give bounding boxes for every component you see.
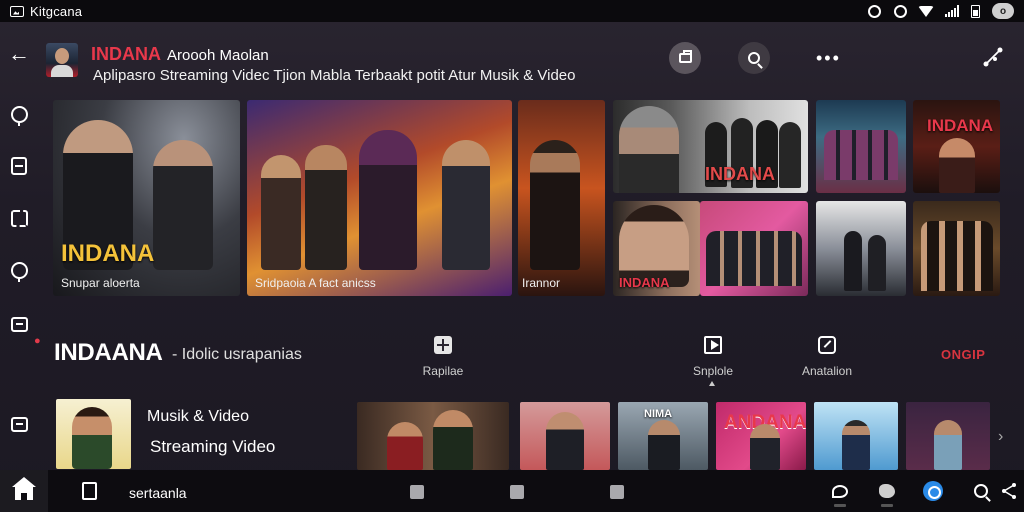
row-thumb-3[interactable]: NIMA [618,402,708,470]
pin-icon [10,105,28,126]
alarm-icon [867,4,881,18]
featured-tile-1[interactable]: INDANA Snupar aloerta [53,100,240,296]
bottom-nav: sertaanla [0,470,1024,512]
tile-brand: INDANA [61,240,155,267]
stats-icon [10,416,28,432]
nav-chat[interactable] [830,481,850,501]
section-title: INDAANA [54,339,163,366]
action-play[interactable]: Snplole [673,336,753,378]
chat-icon [832,484,848,498]
bird-icon [879,484,895,498]
tile-label: Sridpaoia A fact anicss [255,276,376,290]
search-button[interactable] [738,42,770,74]
briefcase-icon [678,50,692,63]
header-subtitle: Aroooh Maolan [167,47,269,64]
status-toggle[interactable]: o [992,3,1014,19]
tile-label: Irannor [522,276,561,290]
song-thumbnail[interactable] [56,399,131,469]
row-thumb-1[interactable] [357,402,509,470]
home-button[interactable] [0,470,48,512]
share-icon[interactable] [1000,482,1018,500]
rail-item-location[interactable] [9,260,29,282]
featured-tile-9[interactable] [816,201,906,296]
featured-tile-8[interactable] [700,201,808,296]
featured-tile-6[interactable]: INDANA [913,100,1000,193]
row-thumb-6[interactable] [906,402,990,470]
featured-tile-7[interactable]: INDANA [613,201,700,296]
action-label: Snplole [692,364,734,378]
rail-item-library[interactable] [9,156,29,176]
battery-icon [971,4,980,18]
compass-icon [923,481,943,501]
sync-icon [893,4,907,18]
bottom-nav-label[interactable]: sertaanla [129,485,187,501]
nav-square-2[interactable] [510,485,524,499]
chevron-right-icon[interactable]: › [998,428,1003,446]
status-app-name: Kitgcana [30,3,83,19]
action-label: Rapilae [422,364,464,378]
tile-label: Snupar aloerta [61,276,140,290]
header-tagline: Aplipasro Streaming Videc Tjion Mabla Te… [93,67,576,84]
edit-icon [818,336,836,354]
song-title[interactable]: Musik & Video [147,408,249,426]
rail-item-discover[interactable] [9,104,29,126]
tile-brand: NIMA [644,408,673,420]
briefcase-button[interactable] [669,42,701,74]
rail-item-frames[interactable] [9,208,29,228]
nav-bird[interactable] [877,481,897,501]
featured-tile-5[interactable] [816,100,906,193]
featured-tile-3[interactable]: Irannor [518,100,605,296]
nav-active[interactable] [923,481,943,501]
nav-square-1[interactable] [410,485,424,499]
notification-dot: ● [34,335,41,347]
app-root: Kitgcana o ← ● INDANA Aroooh Maolan Apli… [0,0,1024,512]
brand-title: INDANA [91,44,161,64]
row-thumb-4[interactable]: ANDANA [716,402,806,470]
action-annotation[interactable]: Anatalion [787,336,867,378]
nav-search[interactable] [971,481,991,501]
song-subtitle: Streaming Video [150,437,276,456]
avatar[interactable] [46,43,78,77]
tile-brand: INDANA [927,116,994,135]
action-replay[interactable]: Rapilae [403,336,483,378]
gallery-icon [10,5,24,17]
featured-tile-2[interactable]: Sridpaoia A fact anicss [247,100,512,296]
search-icon [974,484,988,498]
home-icon [12,477,36,500]
back-button[interactable]: ← [8,41,30,66]
signal-icon [945,5,959,17]
header: INDANA Aroooh Maolan Aplipasro Streaming… [46,38,1016,88]
tile-brand: INDANA [705,164,775,184]
section-link[interactable]: ONGIP [941,347,985,362]
section-subtitle: - Idolic usrapanias [172,346,302,363]
nav-indicator [834,504,846,507]
row-thumb-2[interactable] [520,402,610,470]
nav-indicator [881,504,893,507]
tv-icon [10,316,28,332]
location-icon [10,261,28,282]
search-icon [748,52,760,64]
caret-up-icon [709,381,715,386]
library-icon [11,157,27,175]
status-bar: Kitgcana o [0,0,1024,22]
add-icon [434,336,452,354]
nav-square-3[interactable] [610,485,624,499]
rail-item-tv[interactable] [9,314,29,334]
document-icon[interactable] [82,482,97,500]
more-icon[interactable]: ••• [816,48,841,69]
left-rail: ← ● [0,22,41,470]
play-icon [704,336,722,354]
action-label: Anatalion [801,364,853,378]
featured-tile-4[interactable]: INDANA [613,100,808,193]
tile-brand: INDANA [619,275,670,290]
arrow-left-icon: ← [8,41,30,66]
share-icon[interactable] [982,46,1004,68]
row-thumb-5[interactable] [814,402,898,470]
wifi-icon [918,4,934,18]
rail-item-stats[interactable] [9,414,29,434]
featured-tile-10[interactable] [913,201,1000,296]
frame-icon [10,209,28,227]
